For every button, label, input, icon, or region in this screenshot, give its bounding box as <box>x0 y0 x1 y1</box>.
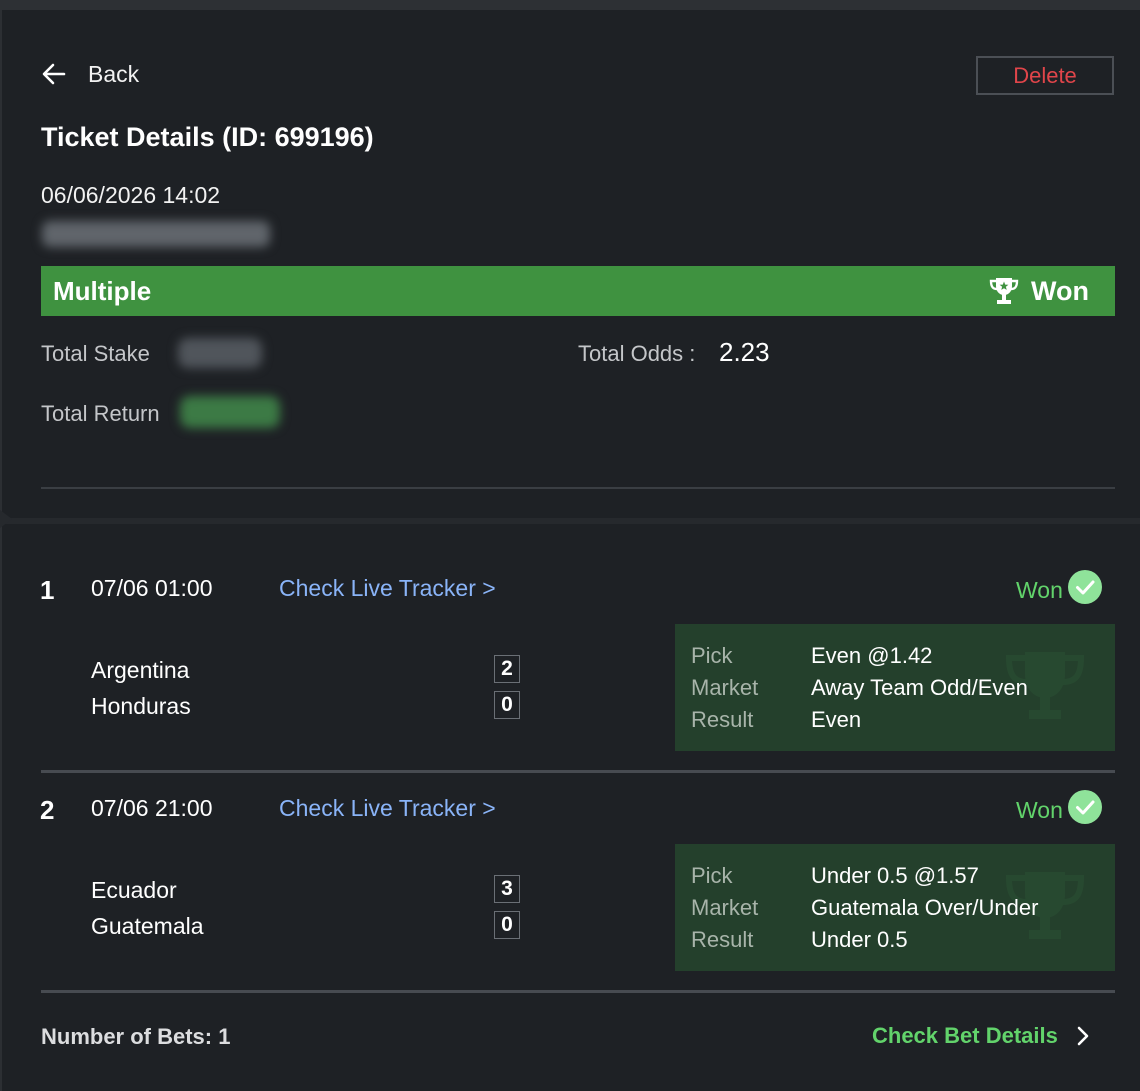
away-team: Honduras <box>91 693 191 719</box>
leg-status: Won <box>1016 790 1103 825</box>
market-label: Market <box>691 895 759 920</box>
redacted-username <box>42 221 270 247</box>
live-tracker-link[interactable]: Check Live Tracker > <box>279 795 496 822</box>
trophy-icon <box>989 278 1019 304</box>
leg-number: 1 <box>40 575 55 605</box>
check-circle-icon <box>1067 790 1102 824</box>
leg-time: 07/06 21:00 <box>91 795 213 821</box>
ticket-status: Won <box>987 274 1089 308</box>
leg-status-label: Won <box>1016 796 1063 823</box>
leg-number: 2 <box>40 795 55 825</box>
top-strip <box>0 0 1140 10</box>
check-bet-details-link[interactable]: Check Bet Details <box>872 1023 1094 1049</box>
pick-value: Even @1.42 <box>811 643 933 668</box>
result-label: Result <box>691 707 754 732</box>
live-tracker-link[interactable]: Check Live Tracker > <box>279 575 496 602</box>
back-label: Back <box>88 60 140 87</box>
bet-type-banner: Multiple Won <box>41 266 1115 316</box>
home-score: 2 <box>494 655 520 683</box>
result-label: Result <box>691 927 754 952</box>
bet-type: Multiple <box>53 275 152 306</box>
redacted-total-return <box>180 396 280 428</box>
chevron-right-icon <box>1077 1026 1089 1046</box>
pick-label: Pick <box>691 643 733 668</box>
check-bet-details-label: Check Bet Details <box>872 1023 1058 1048</box>
pick-details-box: Pick Under 0.5 @1.57 Market Guatemala Ov… <box>675 844 1115 971</box>
pick-label: Pick <box>691 863 733 888</box>
number-of-bets: Number of Bets: 1 <box>41 1024 231 1049</box>
home-score: 3 <box>494 875 520 903</box>
pick-details-box: Pick Even @1.42 Market Away Team Odd/Eve… <box>675 624 1115 751</box>
delete-button[interactable]: Delete <box>976 56 1114 95</box>
summary-divider <box>41 487 1115 489</box>
total-odds-label: Total Odds : <box>578 341 696 366</box>
leg-divider <box>41 770 1115 773</box>
total-odds-value: 2.23 <box>719 337 770 367</box>
redacted-total-stake <box>178 338 262 368</box>
page-title: Ticket Details (ID: 699196) <box>41 122 374 152</box>
ticket-datetime: 06/06/2026 14:02 <box>41 182 221 208</box>
market-value: Guatemala Over/Under <box>811 895 1039 920</box>
total-stake-label: Total Stake <box>41 341 150 366</box>
back-button[interactable]: Back <box>40 60 139 88</box>
away-score: 0 <box>494 911 520 939</box>
total-return-label: Total Return <box>41 401 160 426</box>
footer-divider <box>41 990 1115 993</box>
ticket-status-label: Won <box>1031 275 1089 306</box>
result-value: Even <box>811 707 862 732</box>
check-circle-icon <box>1067 570 1102 604</box>
leg-status: Won <box>1016 570 1103 605</box>
home-team: Argentina <box>91 657 190 683</box>
market-value: Away Team Odd/Even <box>811 675 1028 700</box>
pick-value: Under 0.5 @1.57 <box>811 863 979 888</box>
market-label: Market <box>691 675 759 700</box>
arrow-left-icon <box>42 63 66 85</box>
away-team: Guatemala <box>91 913 204 939</box>
ticket-summary-panel <box>0 10 1140 518</box>
leg-status-label: Won <box>1016 576 1063 603</box>
away-score: 0 <box>494 691 520 719</box>
result-value: Under 0.5 <box>811 927 908 952</box>
leg-time: 07/06 01:00 <box>91 575 213 601</box>
home-team: Ecuador <box>91 877 177 903</box>
